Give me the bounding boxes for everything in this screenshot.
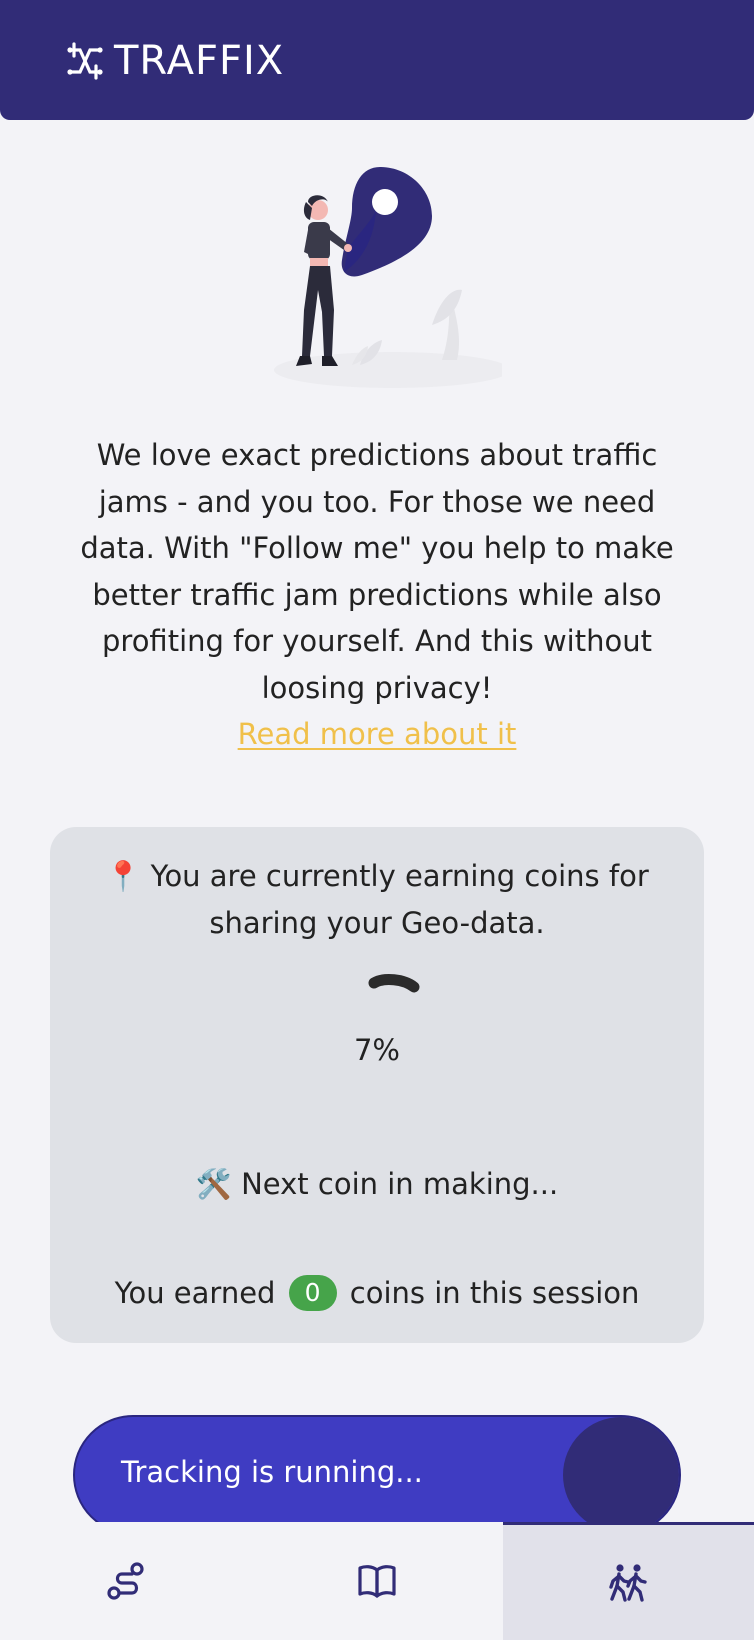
session-earnings: You earned 0 coins in this session [50, 1275, 704, 1311]
bottom-navigation [0, 1522, 754, 1640]
intro-text: We love exact predictions about traffic … [80, 438, 674, 705]
tracking-knob[interactable] [563, 1417, 679, 1533]
book-icon [358, 1565, 396, 1598]
next-coin-text: Next coin in making... [241, 1167, 559, 1201]
earned-suffix: coins in this session [349, 1276, 640, 1310]
progress-spinner-icon [368, 974, 420, 993]
route-icon [107, 1562, 144, 1600]
pin-emoji-icon: 📍 [105, 859, 142, 893]
earnings-card: 📍 You are currently earning coins for sh… [50, 827, 704, 1343]
nav-item-routes[interactable] [0, 1522, 251, 1640]
progress-percent: 7% [353, 1033, 400, 1067]
tracking-toggle[interactable]: Tracking is running... [73, 1415, 681, 1535]
coin-count-badge: 0 [288, 1275, 337, 1311]
nav-item-guide[interactable] [251, 1522, 502, 1640]
app-header: TRAFFIX [0, 0, 754, 120]
traffix-logo-icon [67, 42, 103, 80]
tracking-label: Tracking is running... [121, 1455, 423, 1489]
nav-item-follow-me[interactable] [502, 1522, 754, 1640]
brand-logo[interactable]: TRAFFIX [64, 38, 284, 84]
earned-prefix: You earned [114, 1276, 276, 1310]
walking-people-icon [609, 1563, 648, 1602]
read-more-link[interactable]: Read more about it [238, 711, 517, 757]
tools-emoji-icon: 🛠️ [195, 1167, 232, 1201]
brand-name: TRAFFIX [114, 38, 285, 84]
earning-status-text: You are currently earning coins for shar… [150, 859, 649, 940]
location-pin-illustration [274, 167, 502, 388]
next-coin-status: 🛠️ Next coin in making... [50, 1167, 704, 1202]
earning-status: 📍 You are currently earning coins for sh… [90, 853, 664, 947]
app-root: TRAFFIX We love exact predictions about … [0, 0, 754, 1640]
intro-section: We love exact predictions about traffic … [70, 432, 684, 758]
